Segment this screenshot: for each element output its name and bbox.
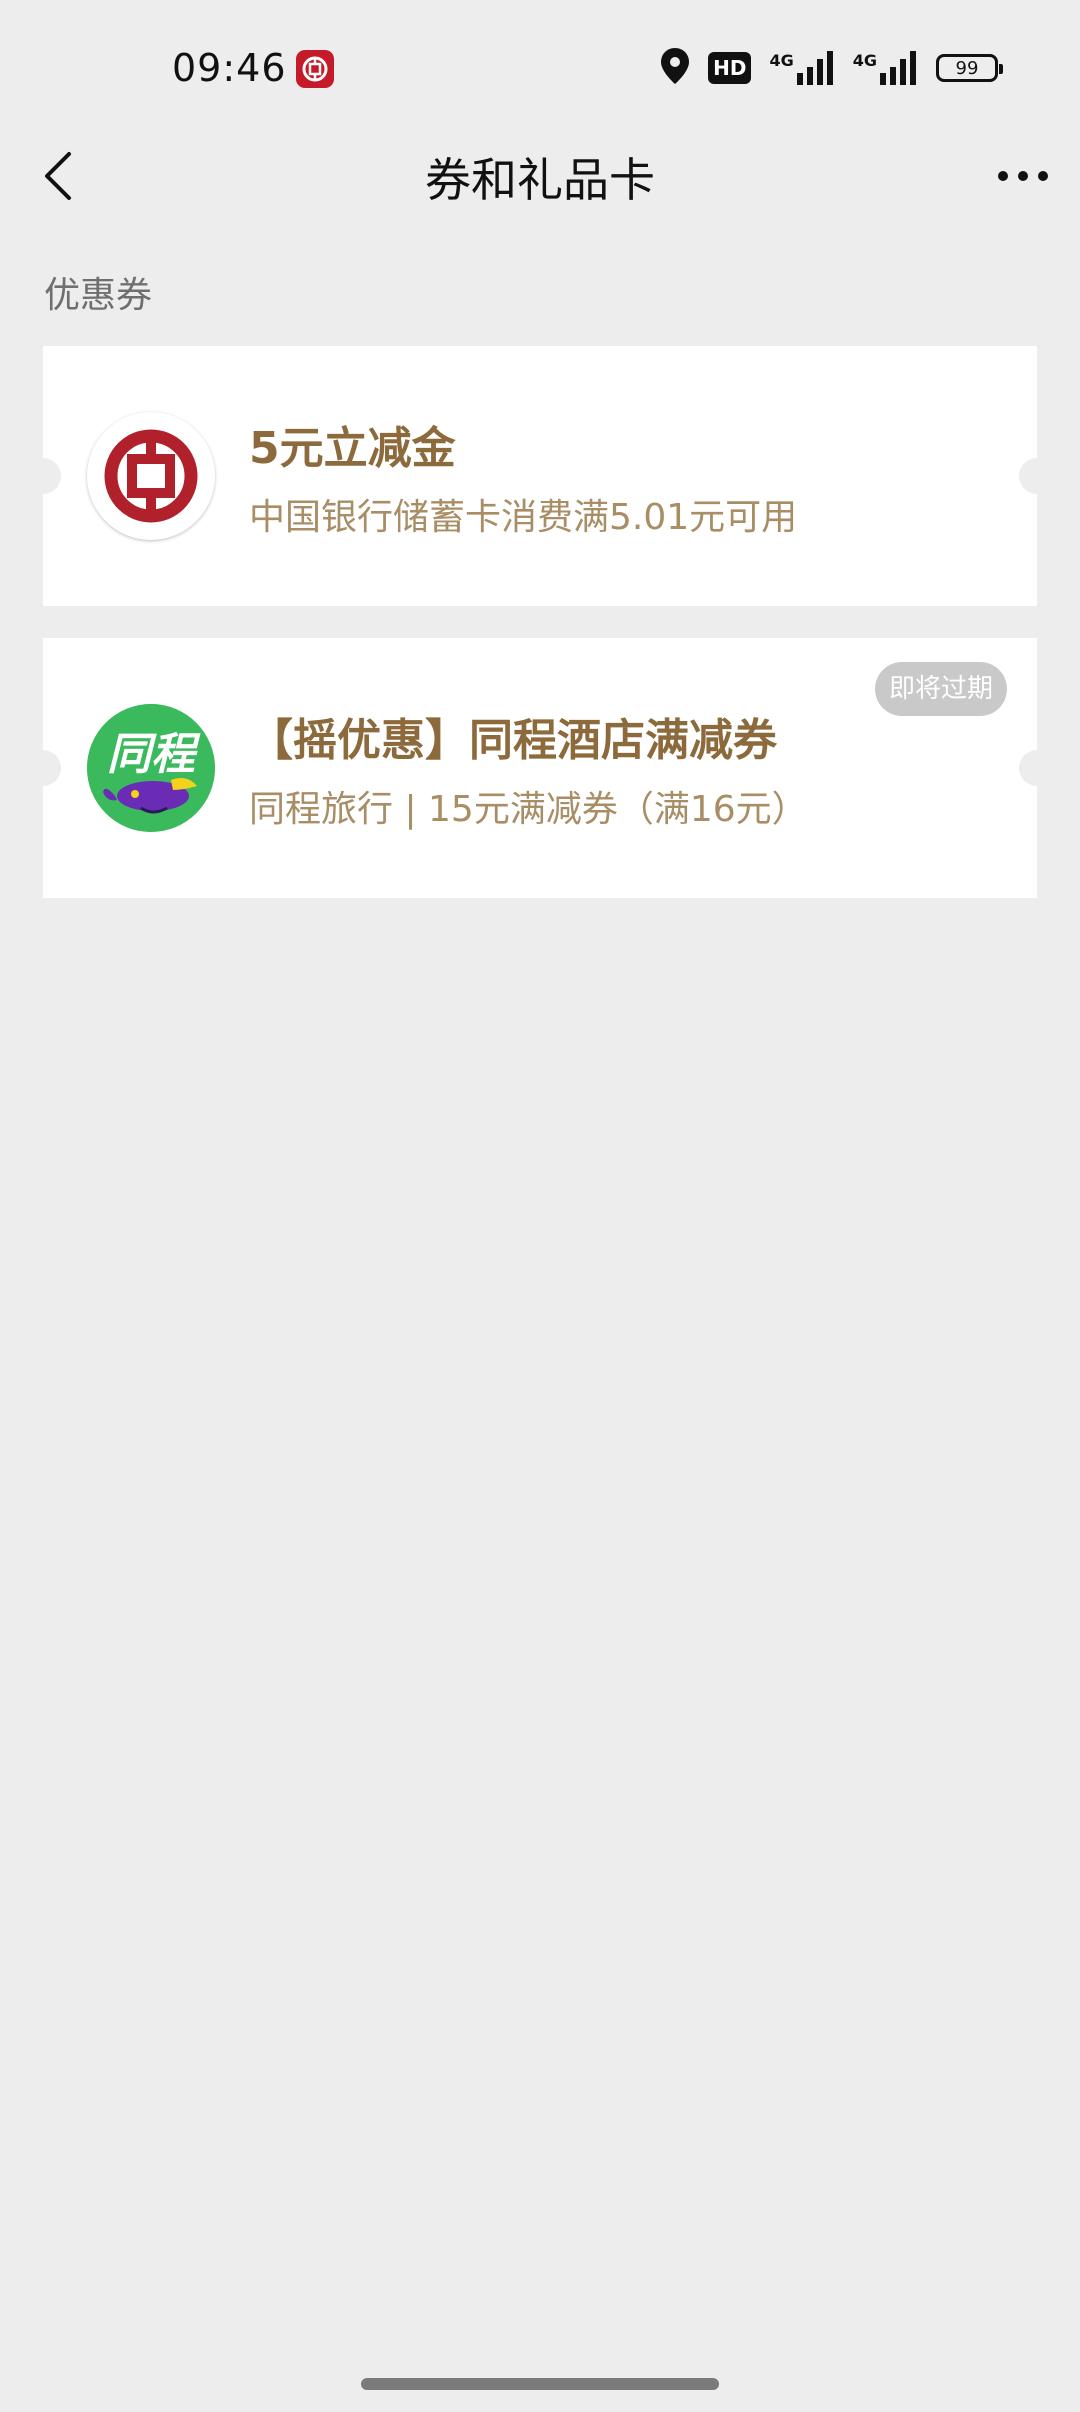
- battery-level: 99: [955, 57, 979, 79]
- coupon-subtitle: 中国银行储蓄卡消费满5.01元可用: [249, 497, 798, 538]
- bank-of-china-logo-icon: [87, 412, 215, 540]
- home-indicator[interactable]: [361, 2378, 719, 2390]
- network-type-label: 4G: [852, 51, 877, 70]
- bank-of-china-notification-icon: [296, 50, 334, 88]
- signal-4g-icon-2: 4G: [853, 51, 918, 85]
- navigation-bar: 券和礼品卡: [0, 130, 1080, 220]
- more-dots-icon: [998, 171, 1048, 181]
- tongcheng-logo-text: 同程: [107, 729, 195, 780]
- status-bar: 09:46 HD 4G 4G 99: [0, 0, 1080, 140]
- page-title: 券和礼品卡: [425, 153, 655, 207]
- tongcheng-logo-icon: 同程: [87, 704, 215, 832]
- location-icon: [660, 47, 690, 89]
- expiring-soon-badge: 即将过期: [874, 662, 1007, 716]
- status-time: 09:46: [172, 46, 287, 90]
- section-label-coupons: 优惠券: [44, 275, 153, 316]
- signal-4g-icon-1: 4G: [769, 51, 834, 85]
- network-type-label: 4G: [769, 51, 794, 70]
- coupon-card[interactable]: 即将过期 同程 【摇优惠】同程酒店满减券 同程旅行 | 15元满减券（满16元）: [25, 638, 1055, 898]
- more-options-button[interactable]: [992, 148, 1054, 204]
- hd-voice-icon: HD: [708, 52, 752, 84]
- coupon-title: 【摇优惠】同程酒店满减券: [249, 715, 777, 766]
- coupon-subtitle: 同程旅行 | 15元满减券（满16元）: [249, 789, 808, 830]
- coupon-title: 5元立减金: [249, 423, 456, 474]
- coupon-card[interactable]: 5元立减金 中国银行储蓄卡消费满5.01元可用: [25, 346, 1055, 606]
- battery-icon: 99: [936, 54, 1003, 82]
